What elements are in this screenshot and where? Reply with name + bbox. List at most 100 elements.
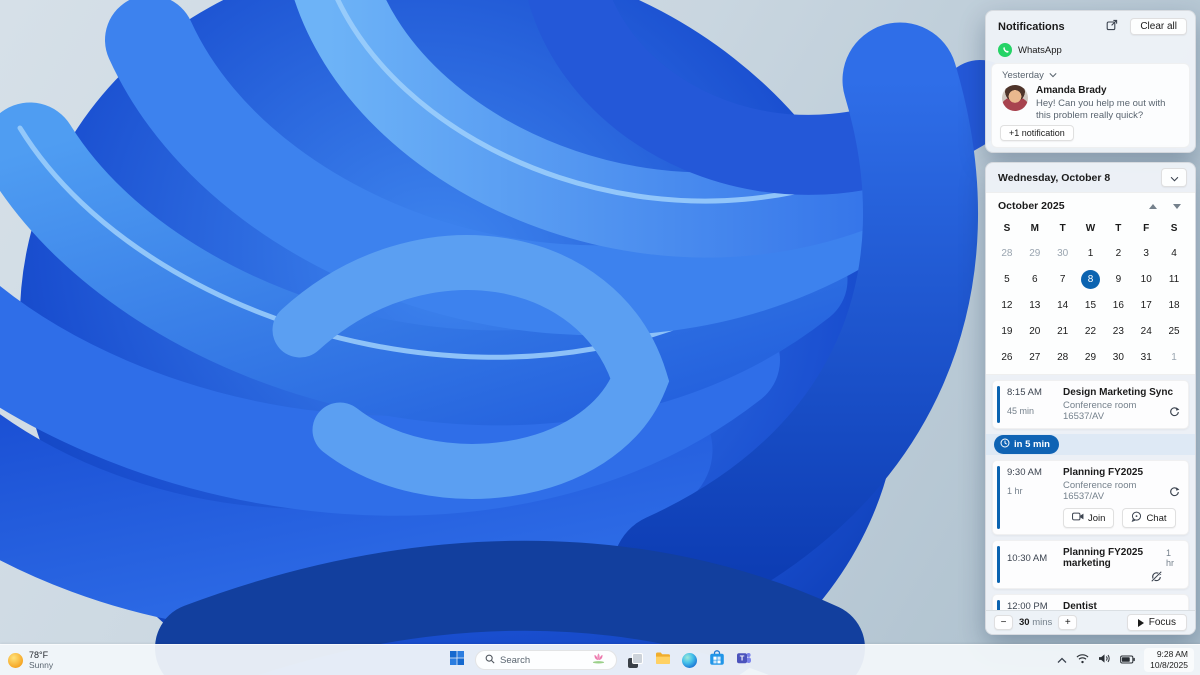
calendar-date[interactable]: 14 xyxy=(1049,292,1077,318)
calendar-date[interactable]: 23 xyxy=(1104,318,1132,344)
edge-button[interactable] xyxy=(681,652,698,669)
notification-settings-button[interactable] xyxy=(1102,19,1122,35)
calendar-date[interactable]: 24 xyxy=(1132,318,1160,344)
clock-time: 9:28 AM xyxy=(1156,649,1188,660)
calendar-date[interactable]: 20 xyxy=(1021,318,1049,344)
calendar-date[interactable]: 21 xyxy=(1049,318,1077,344)
month-prev-icon[interactable] xyxy=(1149,203,1157,209)
date-number: 16 xyxy=(1112,299,1124,311)
event-grid: 8:15 AM Design Marketing Sync 45 min Confer… xyxy=(1007,387,1180,422)
calendar-date[interactable]: 3 xyxy=(1132,240,1160,266)
clock[interactable]: 9:28 AM 10/8/2025 xyxy=(1144,648,1194,672)
file-explorer-button[interactable] xyxy=(654,652,671,669)
calendar-month-label[interactable]: October 2025 xyxy=(998,200,1149,212)
calendar-date[interactable]: 27 xyxy=(1021,344,1049,370)
start-button[interactable] xyxy=(448,650,465,671)
event-duration: 1 hr xyxy=(1007,486,1023,496)
event-countdown-badge[interactable]: in 5 min xyxy=(994,435,1059,454)
desktop: Notifications Clear all WhatsApp Yesterd… xyxy=(0,0,1200,675)
weather-temperature: 78°F xyxy=(29,649,49,660)
calendar-date[interactable]: 9 xyxy=(1104,266,1132,292)
whatsapp-icon xyxy=(998,43,1012,57)
calendar-date[interactable]: 30 xyxy=(1104,344,1132,370)
calendar-date[interactable]: 5 xyxy=(993,266,1021,292)
date-number: 25 xyxy=(1168,325,1180,337)
focus-duration-unit: mins xyxy=(1032,617,1053,628)
task-view-button[interactable] xyxy=(627,652,644,669)
calendar-date[interactable]: 17 xyxy=(1132,292,1160,318)
more-notifications-button[interactable]: +1 notification xyxy=(1000,125,1074,141)
notification-card[interactable]: Yesterday Amanda Brady Hey! Can you help… xyxy=(991,63,1190,148)
calendar-date[interactable]: 4 xyxy=(1160,240,1188,266)
calendar-date[interactable]: 8 xyxy=(1077,266,1105,292)
calendar-date[interactable]: 29 xyxy=(1077,344,1105,370)
calendar-date[interactable]: 28 xyxy=(1049,344,1077,370)
day-of-week-header: W xyxy=(1085,223,1096,234)
join-button[interactable]: Join xyxy=(1063,508,1115,528)
search-input[interactable] xyxy=(500,654,586,666)
event-duration: 45 min xyxy=(1007,406,1035,416)
event-card[interactable]: 9:30 AM Planning FY2025 1 hr Conference roo… xyxy=(992,460,1189,535)
teams-button[interactable]: T xyxy=(735,652,752,669)
calendar-date[interactable]: 22 xyxy=(1077,318,1105,344)
calendar-date[interactable]: 25 xyxy=(1160,318,1188,344)
weather-widget[interactable]: 78°F Sunny xyxy=(8,645,53,675)
battery-icon[interactable] xyxy=(1120,651,1135,669)
event-time: 8:15 AM xyxy=(1007,387,1042,398)
event-card[interactable]: 10:30 AM Planning FY2025 marketing 1 hr xyxy=(992,540,1189,589)
tray-chevron-up-icon[interactable] xyxy=(1057,651,1067,669)
date-number: 1 xyxy=(1171,351,1177,363)
calendar-date[interactable]: 26 xyxy=(993,344,1021,370)
decrease-duration-button[interactable]: − xyxy=(994,615,1013,630)
sender-name: Amanda Brady xyxy=(1036,85,1107,96)
windows-logo-icon xyxy=(449,650,465,671)
calendar-date[interactable]: 28 xyxy=(993,240,1021,266)
calendar-date[interactable]: 6 xyxy=(1021,266,1049,292)
calendar-date[interactable]: 2 xyxy=(1104,240,1132,266)
calendar-date[interactable]: 31 xyxy=(1132,344,1160,370)
focus-duration-value: 30 xyxy=(1019,617,1030,628)
day-of-week-header: T xyxy=(1059,223,1066,234)
month-next-icon[interactable] xyxy=(1173,203,1181,209)
notification-settings-icon xyxy=(1106,18,1118,36)
calendar-date[interactable]: 16 xyxy=(1104,292,1132,318)
increase-duration-button[interactable]: + xyxy=(1058,615,1078,630)
clear-all-button[interactable]: Clear all xyxy=(1130,18,1187,35)
notifications-header: Notifications Clear all xyxy=(986,11,1195,40)
date-number: 3 xyxy=(1143,247,1149,259)
calendar-date[interactable]: 30 xyxy=(1049,240,1077,266)
calendar-date[interactable]: 12 xyxy=(993,292,1021,318)
event-card[interactable]: 8:15 AM Design Marketing Sync 45 min Confer… xyxy=(992,380,1189,429)
calendar-date[interactable]: 18 xyxy=(1160,292,1188,318)
notification-app-group[interactable]: WhatsApp xyxy=(986,40,1195,62)
notification-time-group[interactable]: Yesterday xyxy=(1002,70,1179,81)
event-title: Dentist xyxy=(1063,601,1097,610)
microsoft-store-button[interactable] xyxy=(708,649,725,669)
svg-text:T: T xyxy=(739,653,744,662)
search-box[interactable] xyxy=(475,650,617,670)
calendar-date[interactable]: 29 xyxy=(1021,240,1049,266)
event-countdown-row: in 5 min xyxy=(986,434,1195,455)
date-number: 31 xyxy=(1140,351,1152,363)
calendar-date[interactable]: 19 xyxy=(993,318,1021,344)
focus-button[interactable]: Focus xyxy=(1126,614,1187,631)
clock-icon xyxy=(1000,438,1010,451)
date-number: 1 xyxy=(1087,247,1094,259)
date-number: 22 xyxy=(1084,325,1097,337)
event-actions: Join Chat xyxy=(1063,508,1180,528)
calendar-date[interactable]: 1 xyxy=(1077,240,1105,266)
calendar-date[interactable]: 13 xyxy=(1021,292,1049,318)
date-number: 23 xyxy=(1112,325,1124,337)
day-of-week-header: M xyxy=(1030,223,1039,234)
calendar-date[interactable]: 15 xyxy=(1077,292,1105,318)
wifi-icon[interactable] xyxy=(1076,651,1089,669)
calendar-date[interactable]: 10 xyxy=(1132,266,1160,292)
calendar-date[interactable]: 11 xyxy=(1160,266,1188,292)
event-card[interactable]: 12:00 PMDentist1 hrRedmond Dentistry xyxy=(992,594,1189,610)
calendar-date[interactable]: 7 xyxy=(1049,266,1077,292)
chat-button[interactable]: Chat xyxy=(1122,508,1176,528)
calendar-collapse-button[interactable] xyxy=(1161,168,1187,187)
teams-icon: T xyxy=(736,650,752,671)
calendar-date[interactable]: 1 xyxy=(1160,344,1188,370)
volume-icon[interactable] xyxy=(1098,651,1111,669)
